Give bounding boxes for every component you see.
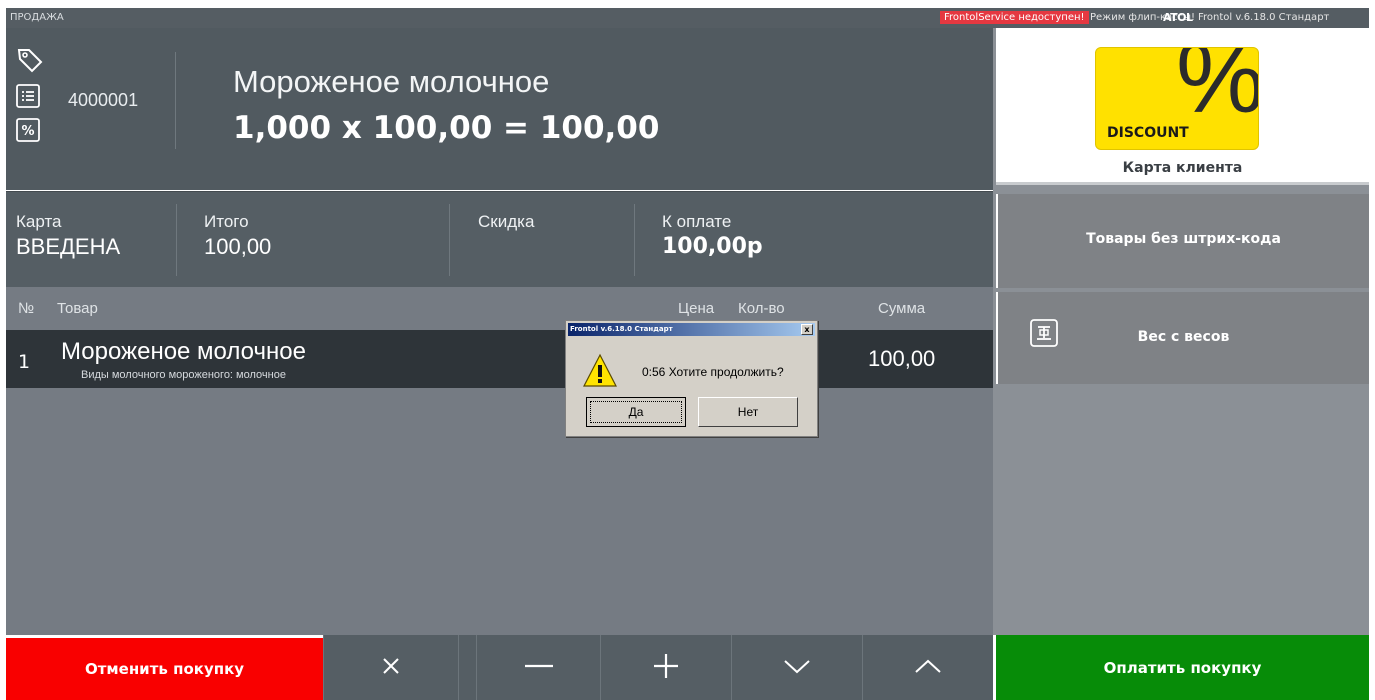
status-bar: ПРОДАЖА FrontolService недоступен! Режим… [6, 8, 1369, 28]
close-icon [376, 651, 406, 685]
row-product-subtitle: Виды молочного мороженого: молочное [81, 369, 286, 381]
discount-text: DISCOUNT [1107, 125, 1189, 141]
scroll-up-button[interactable] [862, 635, 993, 700]
total-label: Итого [204, 212, 249, 231]
col-product: Товар [57, 300, 98, 317]
row-product-name: Мороженое молочное [61, 338, 306, 365]
current-product-calc: 1,000 х 100,00 = 100,00 [233, 110, 660, 146]
percent-icon[interactable]: % [16, 118, 46, 146]
minus-icon [524, 651, 554, 685]
yes-button[interactable]: Да [586, 397, 686, 427]
percent-symbol: % [1176, 47, 1259, 134]
scale-weight-button[interactable]: Вес с весов [996, 292, 1369, 384]
divider [634, 204, 635, 276]
current-product-name: Мороженое молочное [233, 64, 550, 99]
svg-text:%: % [21, 124, 34, 139]
row-num: 1 [18, 351, 31, 373]
total-value: 100,00 [204, 234, 272, 259]
toolbar-separator [458, 635, 476, 700]
confirm-dialog: Frontol v.6.18.0 Стандарт x 0:56 Хотите … [565, 320, 818, 437]
col-price: Цена [678, 300, 715, 317]
plus-icon [651, 651, 681, 685]
discount-label: Скидка [478, 212, 535, 231]
no-button[interactable]: Нет [698, 397, 798, 427]
increase-quantity-button[interactable] [600, 635, 731, 700]
no-barcode-button[interactable]: Товары без штрих-кода [996, 194, 1369, 288]
list-icon[interactable] [16, 84, 46, 112]
row-sum: 100,00 [868, 346, 936, 371]
dialog-close-button[interactable]: x [801, 324, 813, 335]
dialog-title: Frontol v.6.18.0 Стандарт x [568, 323, 815, 336]
service-error-badge: FrontolService недоступен! [940, 11, 1089, 24]
dialog-message: 0:56 Хотите продолжить? [642, 365, 784, 379]
cancel-purchase-button[interactable]: Отменить покупку [6, 638, 323, 700]
pay-purchase-button[interactable]: Оплатить покупку [996, 635, 1369, 700]
items-table: № Товар Цена Кол-во Сумма 1 Мороженое мо… [6, 287, 993, 635]
tag-icon[interactable] [16, 46, 46, 78]
scroll-down-button[interactable] [731, 635, 862, 700]
product-code: 4000001 [68, 90, 139, 110]
totals-panel: Карта ВВЕДЕНА Итого 100,00 Скидка К опла… [6, 191, 993, 287]
table-header: № Товар Цена Кол-во Сумма [6, 287, 993, 330]
divider [449, 204, 450, 276]
scale-weight-label: Вес с весов [1137, 329, 1230, 345]
divider [175, 52, 176, 149]
current-item-panel: % 4000001 Мороженое молочное 1,000 х 100… [6, 28, 993, 190]
client-card-label: Карта клиента [1122, 160, 1243, 176]
card-status: Карта ВВЕДЕНА [16, 212, 120, 260]
warning-icon [582, 353, 618, 393]
amount-due-value: 100,00р [662, 234, 763, 259]
delete-item-button[interactable] [323, 635, 458, 700]
amount-due: К оплате 100,00р [662, 212, 763, 259]
total: Итого 100,00 [204, 212, 271, 260]
mode-label: ПРОДАЖА [10, 12, 64, 23]
card-status-value: ВВЕДЕНА [16, 234, 121, 259]
card-status-label: Карта [16, 212, 62, 231]
decrease-quantity-button[interactable] [476, 635, 600, 700]
version-label: Frontol v.6.18.0 Стандарт [1198, 12, 1330, 23]
no-barcode-label: Товары без штрих-кода [1086, 231, 1281, 247]
dialog-title-text: Frontol v.6.18.0 Стандарт [570, 325, 673, 333]
discount-card-image: % DISCOUNT [1095, 47, 1259, 150]
client-card-button[interactable]: % DISCOUNT Карта клиента [996, 28, 1369, 185]
divider [176, 204, 177, 276]
table-row[interactable]: 1 Мороженое молочное Виды молочного моро… [6, 330, 993, 388]
col-num: № [18, 300, 35, 317]
col-qty: Кол-во [738, 300, 785, 317]
col-sum: Сумма [878, 300, 926, 317]
discount: Скидка [478, 212, 534, 232]
chevron-down-icon [782, 651, 812, 685]
atol-logo: ATOL [1163, 11, 1193, 24]
chevron-up-icon [913, 651, 943, 685]
amount-due-label: К оплате [662, 212, 732, 231]
